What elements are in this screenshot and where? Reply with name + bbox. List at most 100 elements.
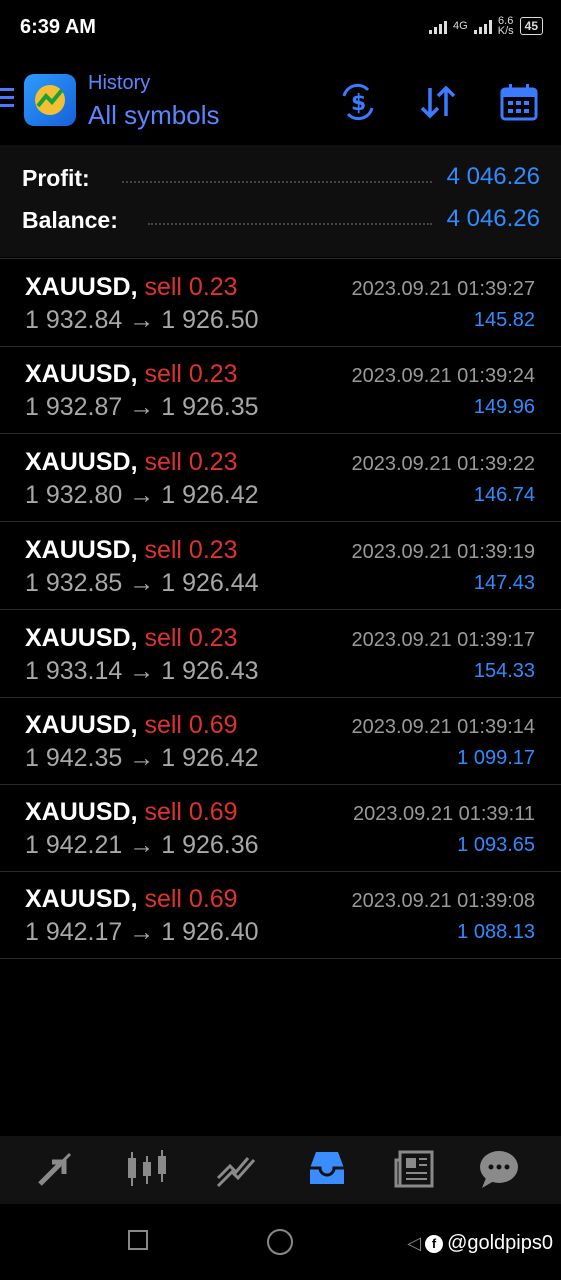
deal-type: sell 0.23 (144, 448, 238, 476)
svg-text:$: $ (351, 91, 366, 116)
nav-news[interactable] (392, 1146, 438, 1192)
dotted-leader (122, 181, 432, 185)
deal-symbol: XAUUSD, (25, 885, 138, 913)
profit-row: Profit: 4 046.26 (22, 161, 540, 197)
bottom-nav (0, 1136, 561, 1204)
deal-open-price: 1 942.35 (25, 744, 123, 772)
deal-open-price: 1 942.21 (25, 831, 123, 859)
app-logo (24, 74, 76, 126)
deal-close-price: 1 926.36 (161, 831, 259, 859)
deal-type: sell 0.23 (144, 273, 238, 301)
deal-time: 2023.09.21 01:39:22 (351, 453, 535, 475)
deal-profit: 146.74 (473, 484, 535, 506)
deal-type: sell 0.69 (144, 798, 238, 826)
deal-profit: 1 099.17 (457, 747, 535, 769)
deal-close-price: 1 926.42 (161, 744, 259, 772)
deal-time: 2023.09.21 01:39:14 (351, 716, 535, 738)
deal-profit: 1 088.13 (457, 921, 535, 943)
arrow-icon: → (129, 306, 155, 334)
status-icons: 4G 6.6 K/s 45 (429, 15, 543, 37)
status-time: 6:39 AM (20, 16, 96, 38)
arrow-icon: → (129, 481, 155, 509)
deal-close-price: 1 926.50 (161, 306, 259, 334)
deal-row[interactable]: XAUUSD, sell 0.69 1 942.17 → 1 926.40 20… (0, 871, 561, 959)
trend-icon (216, 1157, 256, 1188)
sort-button[interactable] (418, 82, 458, 122)
balance-value: 4 046.26 (446, 205, 540, 232)
calendar-button[interactable] (499, 82, 539, 122)
deal-close-price: 1 926.40 (161, 918, 259, 946)
menu-icon[interactable] (0, 88, 14, 110)
deal-time: 2023.09.21 01:39:24 (351, 365, 535, 387)
system-nav-bar: ◁ f @goldpips0 (0, 1204, 561, 1280)
deal-symbol: XAUUSD, (25, 536, 138, 564)
deal-close-price: 1 926.42 (161, 481, 259, 509)
deal-symbol: XAUUSD, (25, 798, 138, 826)
watermark: ◁ f @goldpips0 (407, 1232, 553, 1255)
deal-close-price: 1 926.35 (161, 393, 259, 421)
app-header: History All symbols $ (0, 58, 561, 144)
chat-icon (480, 1151, 518, 1188)
history-icon (310, 1152, 344, 1184)
nav-trade[interactable] (34, 1146, 80, 1192)
deal-symbol: XAUUSD, (25, 360, 138, 388)
back-icon[interactable]: ◁ (407, 1233, 421, 1254)
summary-panel: Profit: 4 046.26 Balance: 4 046.26 (0, 145, 561, 257)
sort-icon (420, 85, 456, 119)
home-icon[interactable] (267, 1229, 293, 1255)
deal-row[interactable]: XAUUSD, sell 0.23 1 932.84 → 1 926.50 20… (0, 258, 561, 347)
nav-history[interactable] (304, 1146, 350, 1192)
header-subtitle: History (88, 72, 151, 94)
dollar-refresh-icon: $ (342, 83, 374, 121)
wifi-signal-icon (429, 18, 448, 34)
header-title[interactable]: All symbols (88, 100, 219, 131)
deal-open-price: 1 932.85 (25, 569, 123, 597)
balance-label: Balance: (22, 207, 118, 233)
nav-chart[interactable] (124, 1146, 170, 1192)
deal-profit: 145.82 (473, 309, 535, 331)
arrow-icon: → (129, 657, 155, 685)
trade-icon (38, 1152, 72, 1186)
profit-value: 4 046.26 (446, 163, 540, 190)
deal-type: sell 0.69 (144, 885, 238, 913)
battery-icon: 45 (519, 17, 543, 35)
deal-time: 2023.09.21 01:39:08 (351, 890, 535, 912)
deal-row[interactable]: XAUUSD, sell 0.23 1 932.85 → 1 926.44 20… (0, 522, 561, 610)
arrow-icon: → (129, 918, 155, 946)
recents-icon[interactable] (128, 1230, 148, 1250)
data-speed: 6.6 K/s (497, 15, 514, 37)
news-icon (394, 1150, 434, 1188)
deal-row[interactable]: XAUUSD, sell 0.69 1 942.21 → 1 926.36 20… (0, 784, 561, 872)
nav-trend[interactable] (214, 1146, 260, 1192)
currency-refresh-button[interactable]: $ (338, 82, 378, 122)
deal-profit: 154.33 (473, 660, 535, 682)
deal-open-price: 1 932.80 (25, 481, 123, 509)
deal-row[interactable]: XAUUSD, sell 0.23 1 932.87 → 1 926.35 20… (0, 346, 561, 434)
deal-symbol: XAUUSD, (25, 711, 138, 739)
arrow-icon: → (129, 831, 155, 859)
deal-row[interactable]: XAUUSD, sell 0.23 1 932.80 → 1 926.42 20… (0, 434, 561, 522)
cell-signal-icon (473, 18, 492, 34)
arrow-icon: → (129, 393, 155, 421)
deal-profit: 147.43 (473, 572, 535, 594)
dotted-leader (148, 223, 432, 227)
deal-open-price: 1 933.14 (25, 657, 123, 685)
network-type: 4G (453, 20, 468, 32)
deal-symbol: XAUUSD, (25, 448, 138, 476)
deal-row[interactable]: XAUUSD, sell 0.69 1 942.35 → 1 926.42 20… (0, 697, 561, 785)
balance-row: Balance: 4 046.26 (22, 203, 540, 239)
chart-icon (128, 1150, 166, 1186)
deal-open-price: 1 932.84 (25, 306, 123, 334)
deal-time: 2023.09.21 01:39:11 (352, 803, 535, 825)
profit-label: Profit: (22, 165, 90, 191)
deal-symbol: XAUUSD, (25, 273, 138, 301)
deal-row[interactable]: XAUUSD, sell 0.23 1 933.14 → 1 926.43 20… (0, 610, 561, 698)
deal-profit: 149.96 (473, 396, 535, 418)
deal-symbol: XAUUSD, (25, 624, 138, 652)
nav-chat[interactable] (476, 1146, 522, 1192)
watermark-text: @goldpips0 (447, 1232, 553, 1254)
deal-type: sell 0.69 (144, 711, 238, 739)
deal-close-price: 1 926.44 (161, 569, 259, 597)
deal-type: sell 0.23 (144, 624, 238, 652)
deal-time: 2023.09.21 01:39:27 (351, 278, 535, 300)
